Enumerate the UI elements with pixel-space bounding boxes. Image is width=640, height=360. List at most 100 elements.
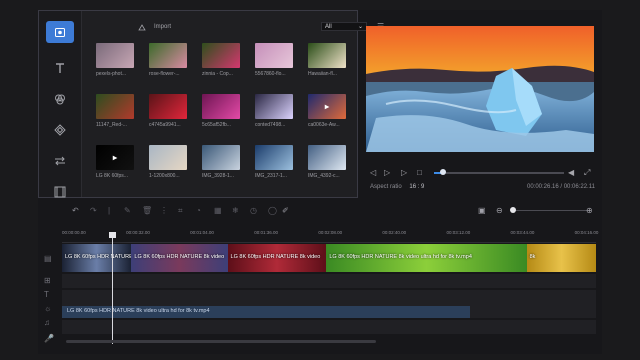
fit-timeline-icon[interactable]: ▣ <box>478 206 486 215</box>
playhead[interactable] <box>112 232 113 344</box>
media-thumbnail[interactable] <box>149 94 187 119</box>
fullscreen-icon[interactable]: ⤢ <box>584 168 590 178</box>
elements-film-icon[interactable] <box>46 181 74 203</box>
media-thumbnail[interactable] <box>255 94 293 119</box>
video-clip[interactable]: 8k <box>526 244 596 272</box>
zoom-slider[interactable] <box>512 210 588 211</box>
track-headers: ▤ ⊞ T ☼ ♫ 🎤 <box>38 244 62 352</box>
media-thumbnail[interactable] <box>96 43 134 68</box>
media-thumbnail-label: IMG_4392-c... <box>308 173 340 179</box>
mosaic-icon[interactable]: ▦ <box>214 206 222 215</box>
redo-icon[interactable]: ↷ <box>90 206 97 215</box>
media-thumbnail[interactable] <box>149 43 187 68</box>
media-thumbnail[interactable] <box>255 145 293 170</box>
prev-frame-icon[interactable]: ◁ <box>370 168 376 177</box>
play-icon[interactable]: ▷ <box>384 168 390 177</box>
media-thumbnail[interactable] <box>255 43 293 68</box>
video-clip[interactable]: LG 8K 60fps HDR NATURE 8k video <box>131 244 228 272</box>
video-clip[interactable]: LG 8K 60fps HDR NATURE 8k video <box>227 244 327 272</box>
transitions-icon[interactable] <box>46 150 74 172</box>
overlay-track[interactable] <box>62 274 596 288</box>
zoom-in-icon[interactable]: ⊕ <box>586 206 593 215</box>
voice-track[interactable] <box>62 320 596 334</box>
overlays-icon[interactable] <box>46 119 74 141</box>
aspect-ratio[interactable]: Aspect ratio 16 : 9 <box>370 184 424 190</box>
media-thumbnail-label: 5c65af52fb... <box>202 122 231 128</box>
media-thumbnail-label: pexels-phot... <box>96 71 127 77</box>
video-track[interactable]: LG 8K 60fps HDR NATURE LG 8K 60fps HDR NA… <box>62 244 596 272</box>
media-thumbnail[interactable] <box>202 94 240 119</box>
next-frame-icon[interactable]: ▷ <box>401 168 407 177</box>
duration-icon[interactable]: ◷ <box>250 206 257 215</box>
ruler-tick-label: 00:02:40.00 <box>382 230 407 235</box>
playback-time: 00:00:26.16 / 00:06:22.11 <box>527 184 595 190</box>
video-clip-label: LG 8K 60fps HDR NATURE <box>65 254 132 260</box>
ruler-tick-label: 00:04:16.00 <box>574 230 599 235</box>
split-icon[interactable]: ⋮ <box>160 206 168 215</box>
ruler-tick-label: 00:03:12.00 <box>446 230 471 235</box>
ruler-tick-label: 00:02:08.00 <box>318 230 343 235</box>
audio-clip-label: LG 8K 60fps HDR NATURE 8k video ultra hd… <box>67 308 210 314</box>
import-icon[interactable] <box>138 23 146 31</box>
delete-icon[interactable]: 🗑 <box>142 206 152 215</box>
import-button[interactable]: Import <box>154 24 171 30</box>
record-icon[interactable]: ◯ <box>268 206 277 215</box>
freeze-icon[interactable]: ❄ <box>232 206 239 215</box>
media-thumbnail-label: Hawaiian-fl... <box>308 71 337 77</box>
media-thumbnail[interactable]: ▶ <box>308 94 346 119</box>
timeline-ruler[interactable]: 00:00:00.00 00:00:32.00 00:01:04.00 00:01:3… <box>62 228 599 243</box>
ruler-tick-label: 00:03:44.00 <box>510 230 535 235</box>
music-track-icon: ♫ <box>44 318 50 327</box>
media-thumbnail[interactable] <box>96 94 134 119</box>
aspect-ratio-value: 16 : 9 <box>409 184 425 190</box>
preview-image <box>366 26 594 152</box>
video-clip-label: 8k <box>529 254 536 260</box>
zoom-out-icon[interactable]: ⊖ <box>496 206 503 215</box>
video-clip-label: LG 8K 60fps HDR NATURE 8k video ultra hd… <box>329 254 472 260</box>
zoom-slider-knob[interactable] <box>510 207 516 213</box>
media-thumbnail-label: rose-flower-... <box>149 71 180 77</box>
media-thumbnail-label: IMG_3928-1... <box>202 173 234 179</box>
media-thumbnail[interactable]: ▶ <box>96 145 134 170</box>
undo-icon[interactable]: ↶ <box>72 206 79 215</box>
text-track[interactable] <box>62 290 596 304</box>
video-clip[interactable]: LG 8K 60fps HDR NATURE 8k video ultra hd… <box>326 244 527 272</box>
media-thumbnail[interactable] <box>308 43 346 68</box>
media-thumbnail-label: 11147_Red-... <box>96 122 127 128</box>
media-library-panel: Import All ⌄ ☰ pexels-phot... rose-flower… <box>38 10 384 198</box>
preview-window <box>366 26 594 152</box>
media-thumbnail-label: ca0063e-Aw... <box>308 122 340 128</box>
aspect-ratio-label: Aspect ratio <box>370 184 402 190</box>
media-thumbnail-label: 1-1200x800... <box>149 173 180 179</box>
playback-progress-bar[interactable] <box>434 169 564 175</box>
effect-track-icon: ☼ <box>44 304 52 313</box>
volume-icon[interactable]: ◀︎ <box>568 168 574 177</box>
pen-icon[interactable]: ✐ <box>282 206 289 215</box>
media-thumbnail[interactable] <box>149 145 187 170</box>
text-tool-icon[interactable] <box>46 57 74 79</box>
filter-dropdown[interactable]: All ⌄ <box>321 22 367 31</box>
playhead-handle[interactable] <box>109 232 116 238</box>
media-tab[interactable] <box>46 21 74 43</box>
filters-icon[interactable] <box>46 88 74 110</box>
media-thumbnail-label: c4745a9941... <box>149 122 181 128</box>
voice-track-icon: 🎤 <box>44 334 54 343</box>
media-thumbnail[interactable] <box>308 145 346 170</box>
ruler-tick-label: 00:01:36.00 <box>254 230 279 235</box>
media-thumbnail[interactable] <box>202 145 240 170</box>
speed-icon[interactable]: ◔ <box>196 206 201 215</box>
media-thumbnail-label: IMG_2317-1... <box>255 173 287 179</box>
stop-icon[interactable]: □ <box>417 168 422 177</box>
overlay-track-icon: ⊞ <box>44 276 51 285</box>
video-track-icon: ▤ <box>44 254 52 263</box>
video-clip-label: LG 8K 60fps HDR NATURE 8k video <box>134 254 225 260</box>
crop-icon[interactable]: ⌗ <box>178 206 183 216</box>
media-thumbnail[interactable] <box>202 43 240 68</box>
media-thumbnail-label: LG 8K 60fps... <box>96 173 128 179</box>
ruler-tick-label: 00:00:32.00 <box>126 230 150 235</box>
audio-clip[interactable]: LG 8K 60fps HDR NATURE 8k video ultra hd… <box>62 306 470 318</box>
edit-icon[interactable]: ✎ <box>124 206 131 215</box>
video-clip-label: LG 8K 60fps HDR NATURE 8k video <box>230 254 321 260</box>
video-clip[interactable]: LG 8K 60fps HDR NATURE <box>62 244 132 272</box>
timeline-scrollbar[interactable] <box>66 340 376 343</box>
